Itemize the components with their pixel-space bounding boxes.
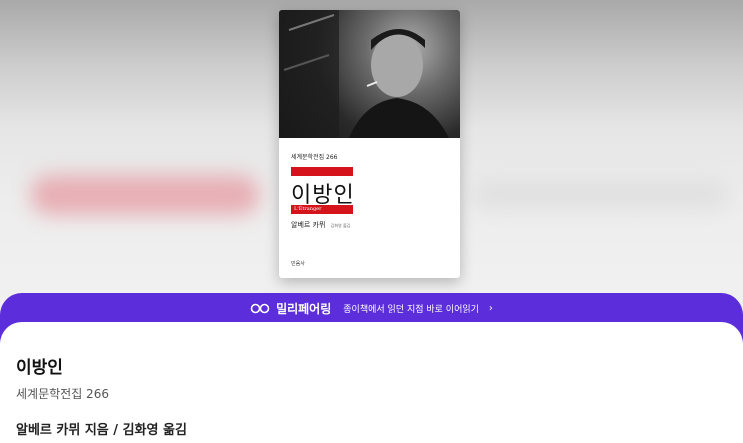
cover-original-title: L'Étranger (291, 205, 353, 214)
background-blur-shape (30, 175, 260, 215)
book-title: 이방인 (16, 358, 63, 378)
book-series: 세계문학전집 266 (16, 387, 109, 401)
chevron-right-icon: › (488, 303, 493, 314)
cover-author-name: 알베르 카뮈 (291, 221, 326, 229)
cover-series-label: 세계문학전집 266 (291, 154, 338, 161)
background-blur-shape (470, 180, 730, 210)
banner-brand: 밀리페어링 (276, 302, 332, 316)
cover-publisher: 민음사 (291, 261, 305, 267)
cover-author: 알베르 카뮈 김화영 옮김 (291, 220, 350, 230)
cover-red-bar (291, 167, 353, 176)
book-cover[interactable]: 세계문학전집 266 이방인 L'Étranger 알베르 카뮈 김화영 옮김 … (279, 10, 460, 278)
millie-pairing-link[interactable]: 밀리페어링 종이책에서 읽던 지점 바로 이어읽기 › (0, 300, 743, 317)
banner-subtitle: 종이책에서 읽던 지점 바로 이어읽기 (343, 305, 479, 315)
cover-photo (279, 10, 460, 138)
cover-translator: 김화영 옮김 (330, 223, 351, 228)
book-authors[interactable]: 알베르 카뮈 지음 / 김화영 옮김 (16, 419, 187, 438)
infinity-icon (250, 303, 270, 314)
